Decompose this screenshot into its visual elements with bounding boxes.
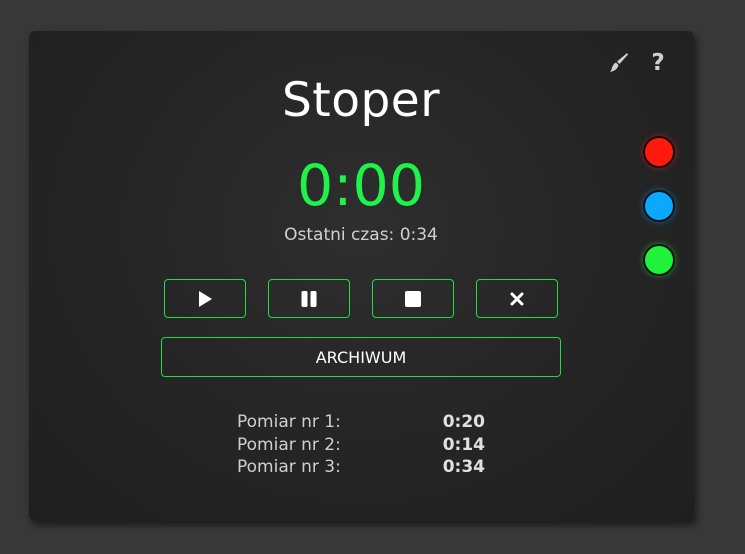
timer-display: 0:00 <box>297 153 425 219</box>
last-time-label: Ostatni czas: 0:34 <box>284 225 438 245</box>
result-row: Pomiar nr 2: 0:14 <box>237 435 489 458</box>
stop-icon <box>405 290 421 307</box>
archive-button[interactable]: ARCHIWUM <box>161 337 561 377</box>
play-button[interactable] <box>164 279 246 318</box>
result-row: Pomiar nr 1: 0:20 <box>237 412 489 435</box>
results-list: Pomiar nr 1: 0:20 Pomiar nr 2: 0:14 Pomi… <box>237 412 489 480</box>
pause-button[interactable] <box>268 279 350 318</box>
close-icon <box>510 292 524 305</box>
app-title: Stoper <box>281 73 441 128</box>
result-row: Pomiar nr 3: 0:34 <box>237 457 489 480</box>
result-value: 0:20 <box>442 412 485 432</box>
result-label: Pomiar nr 3: <box>237 457 341 477</box>
result-value: 0:34 <box>442 457 485 477</box>
theme-color-blue[interactable] <box>643 190 675 222</box>
result-value: 0:14 <box>442 434 485 455</box>
theme-color-red[interactable] <box>643 136 675 168</box>
pause-icon <box>301 290 317 307</box>
result-label: Pomiar nr 2: <box>237 434 341 455</box>
theme-color-green[interactable] <box>643 244 675 276</box>
reset-button[interactable] <box>476 279 558 318</box>
play-icon <box>199 290 212 307</box>
result-label: Pomiar nr 1: <box>237 412 341 432</box>
stop-button[interactable] <box>372 279 454 318</box>
